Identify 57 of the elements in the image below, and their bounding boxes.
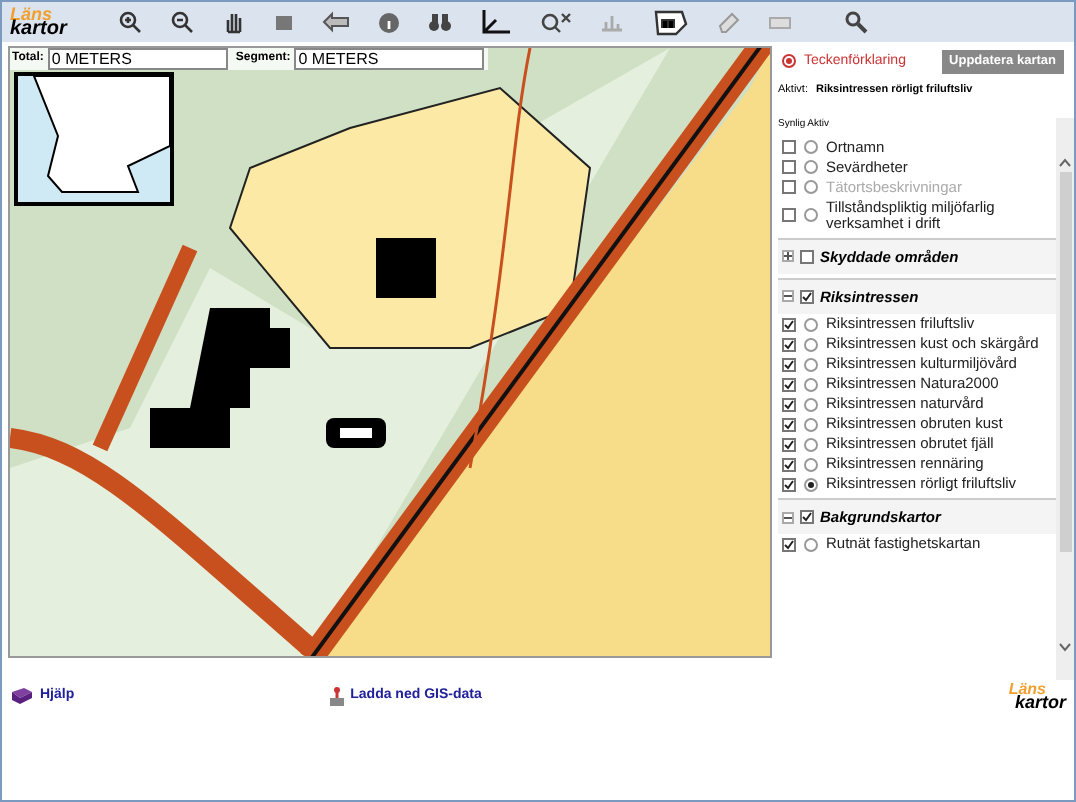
radio-button[interactable]	[804, 537, 818, 552]
checkbox[interactable]	[800, 289, 814, 304]
radio-icon[interactable]	[782, 54, 796, 69]
radio-button[interactable]	[804, 337, 818, 351]
checkbox[interactable]	[782, 417, 796, 431]
checkbox[interactable]	[782, 337, 796, 351]
radio-button[interactable]	[804, 208, 818, 222]
checkbox[interactable]	[782, 457, 796, 471]
logo-top-text: Läns	[1008, 682, 1046, 698]
radio-button[interactable]	[804, 477, 818, 491]
expand-icon[interactable]	[782, 250, 794, 263]
scroll-down-icon[interactable]	[1058, 642, 1072, 652]
info-icon[interactable]	[378, 11, 400, 33]
logo-bottom-text: kartor	[10, 19, 70, 39]
radio-button[interactable]	[804, 160, 818, 174]
checkbox[interactable]	[800, 249, 814, 264]
radio-button[interactable]	[804, 417, 818, 431]
radio-button[interactable]	[804, 377, 818, 391]
checkbox[interactable]	[782, 437, 796, 451]
coordinate-icon[interactable]	[540, 10, 572, 34]
scroll-thumb[interactable]	[1059, 172, 1071, 552]
arrow-left-icon[interactable]	[322, 10, 350, 34]
scrollbar[interactable]	[1056, 118, 1074, 680]
chart-icon	[600, 12, 624, 32]
segment-field[interactable]: 0 METERS	[294, 48, 485, 70]
hand-icon[interactable]	[222, 10, 246, 34]
binoculars-icon[interactable]	[428, 12, 452, 32]
distance-icon[interactable]	[480, 8, 512, 36]
checkbox[interactable]	[782, 140, 796, 154]
zoom-in-icon[interactable]	[118, 10, 142, 34]
area-icon[interactable]	[652, 8, 688, 36]
radio-button[interactable]	[804, 437, 818, 451]
scroll-up-icon[interactable]	[1058, 158, 1072, 168]
checkbox[interactable]	[782, 317, 796, 331]
checkbox[interactable]	[782, 477, 796, 491]
checkbox[interactable]	[782, 537, 796, 552]
collapse-icon[interactable]	[782, 290, 794, 303]
radio-button[interactable]	[804, 357, 818, 371]
checkbox[interactable]	[782, 397, 796, 411]
checkbox[interactable]	[782, 377, 796, 391]
radio-button[interactable]	[804, 397, 818, 411]
radio-button[interactable]	[804, 317, 818, 331]
total-field[interactable]: 0 METERS	[47, 48, 228, 70]
radio-button[interactable]	[804, 140, 818, 154]
logo-bottom-text: kartor	[1014, 694, 1066, 712]
eraser-icon	[716, 10, 740, 34]
checkbox[interactable]	[782, 208, 796, 222]
collapse-icon[interactable]	[782, 511, 794, 524]
checkbox[interactable]	[782, 160, 796, 174]
radio-button[interactable]	[804, 457, 818, 471]
logo-top-text: Läns	[10, 5, 53, 23]
book-icon[interactable]	[10, 686, 34, 706]
zoom-out-icon[interactable]	[170, 10, 194, 34]
checkbox[interactable]	[800, 510, 814, 525]
key-search-icon[interactable]	[844, 10, 868, 34]
checkbox[interactable]	[782, 357, 796, 371]
joystick-icon[interactable]	[328, 686, 347, 706]
